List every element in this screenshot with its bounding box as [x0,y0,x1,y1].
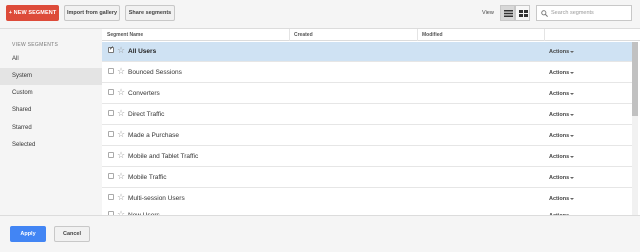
column-header-modified[interactable]: Modified [422,29,443,41]
row-checkbox[interactable] [108,194,114,200]
new-segment-button[interactable]: + NEW SEGMENT [6,5,59,21]
search-input[interactable] [551,7,629,19]
column-divider [417,29,418,41]
grid-view-icon [519,10,528,17]
table-row[interactable]: ☆ Direct Traffic Actions [102,105,632,125]
actions-menu[interactable]: Actions [549,105,569,125]
column-divider [544,29,545,41]
star-icon[interactable]: ☆ [117,151,125,160]
table-row[interactable]: ☆ All Users Actions [102,42,632,62]
actions-menu[interactable]: Actions [549,84,569,104]
list-view-button[interactable] [500,5,515,21]
segment-name[interactable]: Mobile and Tablet Traffic [128,147,198,167]
cancel-button[interactable]: Cancel [54,226,90,242]
star-icon[interactable]: ☆ [117,130,125,139]
chevron-down-icon[interactable] [570,93,574,95]
apply-button[interactable]: Apply [10,226,46,242]
table-header: Segment Name Created Modified [102,29,640,41]
top-toolbar: + NEW SEGMENT Import from gallery Share … [0,0,640,28]
row-checkbox[interactable] [108,131,114,137]
import-from-gallery-button[interactable]: Import from gallery [64,5,120,21]
chevron-down-icon[interactable] [570,156,574,158]
star-icon[interactable]: ☆ [117,172,125,181]
table-row[interactable]: ☆ Made a Purchase Actions [102,126,632,146]
segment-name[interactable]: Mobile Traffic [128,168,167,188]
sidebar-heading: VIEW SEGMENTS [12,42,59,48]
star-icon[interactable]: ☆ [117,193,125,202]
view-segments-sidebar: VIEW SEGMENTS All System Custom Shared S… [0,29,102,215]
row-checkbox[interactable] [108,89,114,95]
star-icon[interactable]: ☆ [117,46,125,55]
actions-menu[interactable]: Actions [549,206,569,215]
actions-menu[interactable]: Actions [549,42,569,62]
chevron-down-icon[interactable] [570,198,574,200]
actions-menu[interactable]: Actions [549,147,569,167]
table-row[interactable]: ☆ New Users Actions [102,206,632,215]
row-checkbox[interactable] [108,45,114,53]
row-checkbox[interactable] [108,110,114,116]
sidebar-item-selected[interactable]: Selected [0,137,102,154]
chevron-down-icon[interactable] [570,177,574,179]
column-header-segment-name[interactable]: Segment Name [107,29,143,41]
segment-name[interactable]: Direct Traffic [128,105,164,125]
segment-name[interactable]: Made a Purchase [128,126,179,146]
segment-name[interactable]: New Users [128,206,160,215]
scrollbar-thumb[interactable] [632,42,638,116]
view-label: View [482,10,494,16]
bottom-action-bar: Apply Cancel [0,215,640,252]
segment-name[interactable]: Converters [128,84,160,104]
chevron-down-icon[interactable] [570,135,574,137]
sidebar-item-starred[interactable]: Starred [0,120,102,137]
grid-view-button[interactable] [515,5,530,21]
actions-menu[interactable]: Actions [549,126,569,146]
row-checkbox[interactable] [108,173,114,179]
chevron-down-icon[interactable] [570,51,574,53]
table-row[interactable]: ☆ Bounced Sessions Actions [102,63,632,83]
star-icon[interactable]: ☆ [117,67,125,76]
chevron-down-icon[interactable] [570,72,574,74]
table-row[interactable]: ☆ Converters Actions [102,84,632,104]
segment-name[interactable]: All Users [128,42,156,62]
table-scrollbar[interactable] [632,42,638,215]
chevron-down-icon[interactable] [570,114,574,116]
row-checkbox[interactable] [108,68,114,74]
actions-menu[interactable]: Actions [549,168,569,188]
list-view-icon [504,10,513,17]
segments-table: Segment Name Created Modified ☆ All User… [102,29,640,215]
star-icon[interactable]: ☆ [117,88,125,97]
search-icon [541,10,548,17]
sidebar-item-shared[interactable]: Shared [0,102,102,119]
star-icon[interactable]: ☆ [117,109,125,118]
row-checkbox[interactable] [108,152,114,158]
sidebar-item-all[interactable]: All [0,51,102,68]
sidebar-item-system[interactable]: System [0,68,102,85]
share-segments-button[interactable]: Share segments [125,5,175,21]
column-header-created[interactable]: Created [294,29,313,41]
search-box [536,5,632,21]
column-divider [289,29,290,41]
table-row[interactable]: ☆ Mobile Traffic Actions [102,168,632,188]
sidebar-item-custom[interactable]: Custom [0,85,102,102]
actions-menu[interactable]: Actions [549,63,569,83]
segment-name[interactable]: Bounced Sessions [128,63,182,83]
table-row[interactable]: ☆ Mobile and Tablet Traffic Actions [102,147,632,167]
